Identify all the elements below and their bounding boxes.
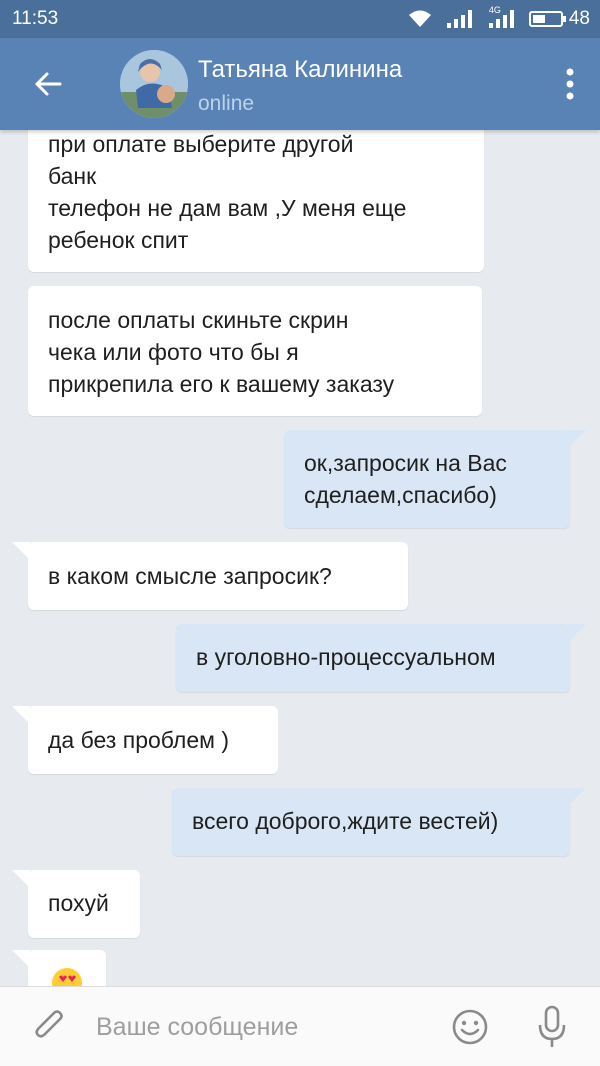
signal-icon <box>445 9 475 29</box>
bubble-tail <box>568 624 586 642</box>
message-text: ребенок спит <box>48 227 189 253</box>
microphone-icon <box>538 1005 566 1047</box>
bubble-tail <box>568 430 586 448</box>
contact-status: online <box>198 92 255 115</box>
battery-icon: 48 <box>528 8 590 30</box>
message-text: в уголовно-процессуальном <box>196 644 496 670</box>
message-text: чека или фото что бы я <box>48 339 299 365</box>
message-text: всего доброго,ждите вестей) <box>192 808 499 834</box>
message-incoming[interactable]: в каком смысле запросик? <box>12 542 408 610</box>
message-text: да без проблем ) <box>48 727 229 753</box>
wifi-icon <box>407 9 433 29</box>
voice-record-button[interactable] <box>532 1003 572 1051</box>
message-outgoing[interactable]: всего доброго,ждите вестей) <box>172 788 586 856</box>
message-incoming[interactable] <box>12 950 106 986</box>
message-list[interactable]: при оплате выберите другой банк телефон … <box>0 130 600 986</box>
message-text: после оплаты скиньте скрин <box>48 307 349 333</box>
more-menu-button[interactable] <box>562 64 578 104</box>
bubble-tail <box>12 542 30 560</box>
message-incoming[interactable]: после оплаты скиньте скрин чека или фото… <box>28 286 482 416</box>
message-composer <box>0 986 600 1066</box>
message-incoming[interactable]: при оплате выберите другой банк телефон … <box>28 130 484 272</box>
message-text: телефон не дам вам ,У меня еще <box>48 195 407 221</box>
attach-button[interactable] <box>30 1007 70 1047</box>
message-text: банк <box>48 163 97 189</box>
emoji-button[interactable] <box>450 1007 490 1047</box>
status-time: 11:53 <box>12 8 59 29</box>
message-text: прикрепила его к вашему заказу <box>48 371 395 397</box>
message-text: в каком смысле запросик? <box>48 563 332 589</box>
message-text: ок,запросик на Вас <box>304 450 507 476</box>
bubble-tail <box>12 950 30 968</box>
back-button[interactable] <box>30 66 66 102</box>
message-outgoing[interactable]: в уголовно-процессуальном <box>176 624 586 692</box>
battery-level: 48 <box>568 8 590 29</box>
heart-eyes-emoji-icon <box>52 968 82 986</box>
status-icons: 4G 48 <box>407 5 590 30</box>
bubble-tail <box>568 788 586 806</box>
message-incoming[interactable]: да без проблем ) <box>12 706 278 774</box>
contact-name[interactable]: Татьяна Калинина <box>198 56 402 84</box>
bubble-tail <box>12 870 30 888</box>
chat-header: Татьяна Калинина online <box>0 38 600 130</box>
message-outgoing[interactable]: ок,запросик на Вас сделаем,спасибо) <box>284 430 586 528</box>
arrow-left-icon <box>35 72 62 96</box>
contact-avatar[interactable] <box>120 50 188 118</box>
more-vert-icon <box>566 68 574 100</box>
message-input[interactable] <box>96 1007 426 1047</box>
message-incoming[interactable]: похуй <box>12 870 140 938</box>
message-text: при оплате выберите другой <box>48 131 354 157</box>
status-bar: 11:53 4G 48 <box>0 0 600 38</box>
message-text: сделаем,спасибо) <box>304 482 497 508</box>
network-label: 4G <box>488 5 501 15</box>
message-text: похуй <box>48 890 109 916</box>
bubble-tail <box>12 706 30 724</box>
signal-4g-icon: 4G <box>487 5 517 29</box>
paperclip-icon <box>35 1010 63 1038</box>
smiley-icon <box>452 1009 488 1045</box>
